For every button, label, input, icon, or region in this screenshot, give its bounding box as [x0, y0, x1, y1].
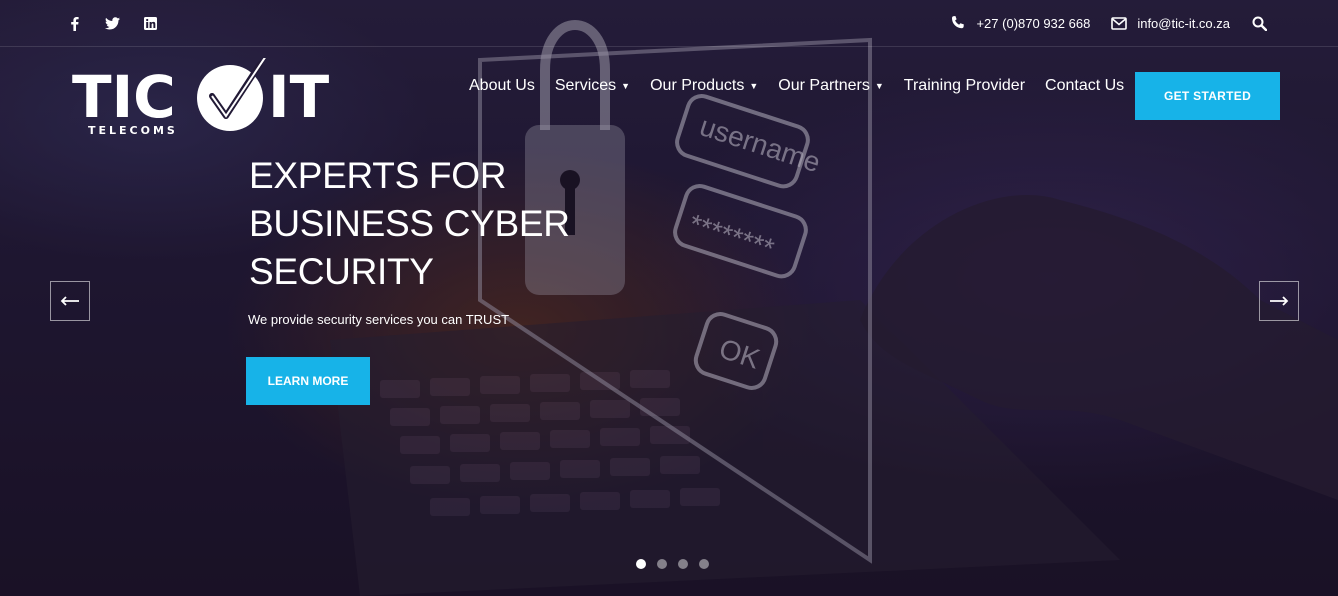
nav-label: About Us [469, 77, 535, 94]
social-links [66, 15, 158, 31]
nav-services[interactable]: Services ▼ [555, 77, 630, 95]
twitter-icon[interactable] [104, 15, 120, 31]
nav-about-us[interactable]: About Us [469, 77, 535, 95]
chevron-down-icon: ▼ [621, 81, 631, 91]
site-logo[interactable]: TIC IT TELECOMS [72, 55, 340, 138]
headline-line: EXPERTS FOR [249, 155, 507, 196]
contact-info: +27 (0)870 932 668 info@tic-it.co.za [949, 14, 1268, 32]
learn-more-button[interactable]: LEARN MORE [246, 357, 370, 405]
headline-line: SECURITY [249, 251, 434, 292]
nav-label: Services [554, 77, 617, 94]
nav-label: Contact Us [1045, 77, 1125, 94]
phone-icon [949, 14, 967, 32]
facebook-icon[interactable] [66, 15, 82, 31]
arrow-left-icon [60, 296, 79, 306]
slider-dot[interactable] [678, 559, 688, 569]
svg-text:TIC: TIC [72, 63, 176, 131]
phone-number: +27 (0)870 932 668 [976, 15, 1091, 31]
search-icon[interactable] [1250, 14, 1268, 32]
svg-text:IT: IT [268, 63, 330, 131]
slider-pagination [636, 559, 709, 569]
slider-prev-button[interactable] [50, 281, 90, 321]
headline-line: BUSINESS CYBER [249, 203, 570, 244]
hero-headline: EXPERTS FOR BUSINESS CYBER SECURITY [249, 152, 609, 296]
get-started-button[interactable]: GET STARTED [1135, 72, 1280, 120]
nav-label: Our Products [650, 77, 745, 94]
nav-label: Our Partners [778, 77, 870, 94]
slider-dot[interactable] [699, 559, 709, 569]
main-nav: About Us Services ▼ Our Products ▼ Our P… [469, 77, 1124, 95]
slider-dot[interactable] [636, 559, 646, 569]
email-address: info@tic-it.co.za [1137, 15, 1230, 31]
chevron-down-icon: ▼ [749, 81, 759, 91]
nav-our-products[interactable]: Our Products ▼ [650, 77, 758, 95]
nav-training-provider[interactable]: Training Provider [904, 77, 1025, 95]
email-link[interactable]: info@tic-it.co.za [1110, 14, 1230, 32]
slider-next-button[interactable] [1259, 281, 1299, 321]
top-bar: +27 (0)870 932 668 info@tic-it.co.za [0, 0, 1338, 47]
logo-mark: TIC IT TELECOMS [72, 55, 330, 137]
nav-label: Training Provider [903, 77, 1026, 94]
chevron-down-icon: ▼ [874, 81, 884, 91]
nav-contact-us[interactable]: Contact Us [1045, 77, 1124, 95]
linkedin-icon[interactable] [142, 15, 158, 31]
nav-our-partners[interactable]: Our Partners ▼ [778, 77, 884, 95]
hero-tagline: We provide security services you can TRU… [248, 312, 510, 327]
phone-link[interactable]: +27 (0)870 932 668 [949, 14, 1090, 32]
arrow-right-icon [1270, 296, 1289, 306]
svg-text:TELECOMS: TELECOMS [88, 124, 178, 137]
slider-dot[interactable] [657, 559, 667, 569]
envelope-icon [1110, 14, 1128, 32]
